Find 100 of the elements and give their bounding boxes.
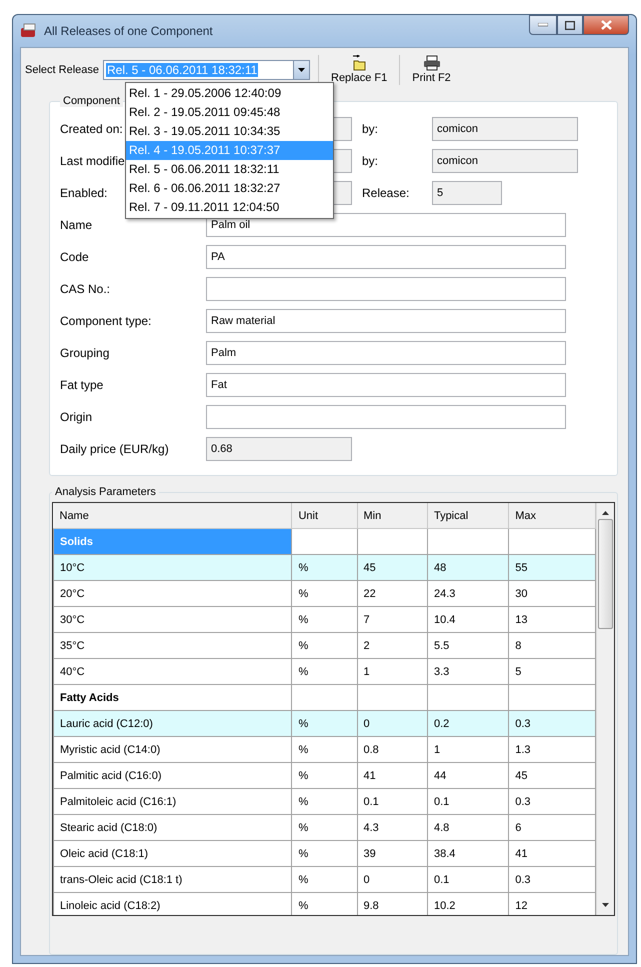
scroll-thumb[interactable] bbox=[598, 519, 613, 629]
field-label: Code bbox=[60, 250, 89, 264]
readonly-field[interactable]: comicon bbox=[432, 117, 578, 141]
table-cell: trans-Oleic acid (C18:1 t) bbox=[54, 866, 292, 892]
input-field[interactable] bbox=[206, 405, 566, 429]
table-cell: 20°C bbox=[54, 580, 292, 606]
group-row-cell: Solids bbox=[54, 528, 292, 554]
column-header[interactable]: Max bbox=[508, 503, 596, 528]
table-cell: 5 bbox=[508, 658, 596, 684]
field-label: Grouping bbox=[60, 346, 110, 360]
release-option[interactable]: Rel. 5 - 06.06.2011 18:32:11 bbox=[126, 160, 333, 179]
close-icon bbox=[600, 20, 612, 30]
field-label: Last modifie bbox=[60, 154, 125, 168]
scrollbar[interactable] bbox=[596, 503, 614, 915]
release-option[interactable]: Rel. 6 - 06.06.2011 18:32:27 bbox=[126, 179, 333, 198]
table-cell: 0.1 bbox=[427, 788, 509, 814]
close-button[interactable] bbox=[583, 15, 629, 35]
printer-icon bbox=[422, 55, 441, 71]
scroll-up-icon[interactable] bbox=[602, 511, 609, 515]
maximize-button[interactable] bbox=[557, 15, 583, 35]
table-cell: 0.1 bbox=[357, 788, 428, 814]
minimize-button[interactable] bbox=[529, 15, 557, 35]
table-cell: 39 bbox=[357, 840, 428, 866]
table-cell: 30 bbox=[508, 580, 596, 606]
field-label: CAS No.: bbox=[60, 282, 110, 296]
table-cell: 0.3 bbox=[508, 866, 596, 892]
release-option[interactable]: Rel. 3 - 19.05.2011 10:34:35 bbox=[126, 122, 333, 141]
table-cell: 1.3 bbox=[508, 736, 596, 762]
table-cell: % bbox=[292, 892, 357, 915]
table-cell: Stearic acid (C18:0) bbox=[54, 814, 292, 840]
table-cell: % bbox=[292, 736, 357, 762]
input-field[interactable]: Palm bbox=[206, 341, 566, 365]
table-cell: Myristic acid (C14:0) bbox=[54, 736, 292, 762]
table-cell: 10.2 bbox=[427, 892, 509, 915]
table-cell: % bbox=[292, 788, 357, 814]
scroll-down-icon[interactable] bbox=[602, 903, 609, 907]
select-release-label: Select Release bbox=[25, 64, 99, 76]
table-cell: 41 bbox=[508, 840, 596, 866]
table-cell: 41 bbox=[357, 762, 428, 788]
table-cell: 0.3 bbox=[508, 788, 596, 814]
readonly-field[interactable]: 5 bbox=[432, 181, 502, 205]
table-cell: Oleic acid (C18:1) bbox=[54, 840, 292, 866]
input-field[interactable]: Palm oil bbox=[206, 213, 566, 237]
column-header[interactable]: Typical bbox=[427, 503, 509, 528]
table-cell: 40°C bbox=[54, 658, 292, 684]
input-field[interactable] bbox=[206, 277, 566, 301]
column-header[interactable]: Name bbox=[54, 503, 292, 528]
release-option[interactable]: Rel. 1 - 29.05.2006 12:40:09 bbox=[126, 84, 333, 103]
release-option[interactable]: Rel. 7 - 09.11.2011 12:04:50 bbox=[126, 198, 333, 217]
table-cell: 5.5 bbox=[427, 632, 509, 658]
table-cell bbox=[357, 528, 428, 554]
table-cell bbox=[357, 684, 428, 710]
replace-button[interactable]: Replace F1 bbox=[327, 53, 392, 86]
table-cell: 3.3 bbox=[427, 658, 509, 684]
table-cell: 30°C bbox=[54, 606, 292, 632]
table-cell: 4.8 bbox=[427, 814, 509, 840]
table-cell: 1 bbox=[427, 736, 509, 762]
table-cell: 7 bbox=[357, 606, 428, 632]
table-cell: Palmitoleic acid (C16:1) bbox=[54, 788, 292, 814]
table-cell: 0.2 bbox=[427, 710, 509, 736]
table-cell: 0 bbox=[357, 710, 428, 736]
field-label: Component type: bbox=[60, 314, 152, 328]
table-cell: 10.4 bbox=[427, 606, 509, 632]
table-cell: 6 bbox=[508, 814, 596, 840]
table-cell: 0.3 bbox=[508, 710, 596, 736]
table-cell: % bbox=[292, 658, 357, 684]
table-cell: % bbox=[292, 840, 357, 866]
input-field[interactable]: PA bbox=[206, 245, 566, 269]
table-cell: 13 bbox=[508, 606, 596, 632]
app-icon bbox=[20, 23, 38, 39]
readonly-field[interactable]: comicon bbox=[432, 149, 578, 173]
maximize-icon bbox=[565, 20, 575, 30]
column-header[interactable]: Unit bbox=[292, 503, 357, 528]
field-label: Fat type bbox=[60, 378, 104, 392]
table-cell bbox=[292, 684, 357, 710]
table-cell: 38.4 bbox=[427, 840, 509, 866]
table-cell: 48 bbox=[427, 554, 509, 580]
table-cell: 35°C bbox=[54, 632, 292, 658]
release-option[interactable]: Rel. 2 - 19.05.2011 09:45:48 bbox=[126, 103, 333, 122]
column-header[interactable]: Min bbox=[357, 503, 428, 528]
table-cell bbox=[292, 528, 357, 554]
table-cell: 8 bbox=[508, 632, 596, 658]
folder-icon bbox=[351, 55, 368, 71]
table-cell: % bbox=[292, 814, 357, 840]
window-title: All Releases of one Component bbox=[44, 24, 213, 38]
table-cell: 44 bbox=[427, 762, 509, 788]
table-cell: 55 bbox=[508, 554, 596, 580]
table-cell: % bbox=[292, 554, 357, 580]
table-cell: 10°C bbox=[54, 554, 292, 580]
table-cell: % bbox=[292, 606, 357, 632]
print-button[interactable]: Print F2 bbox=[408, 53, 455, 86]
table-cell: 24.3 bbox=[427, 580, 509, 606]
table-cell: Linoleic acid (C18:2) bbox=[54, 892, 292, 915]
input-field[interactable]: Raw material bbox=[206, 309, 566, 333]
input-field[interactable]: Fat bbox=[206, 373, 566, 397]
table-cell: 0 bbox=[357, 866, 428, 892]
table-cell: % bbox=[292, 580, 357, 606]
table-cell: Palmitic acid (C16:0) bbox=[54, 762, 292, 788]
input-field[interactable]: 0.68 bbox=[206, 437, 352, 461]
table-cell: 1 bbox=[357, 658, 428, 684]
